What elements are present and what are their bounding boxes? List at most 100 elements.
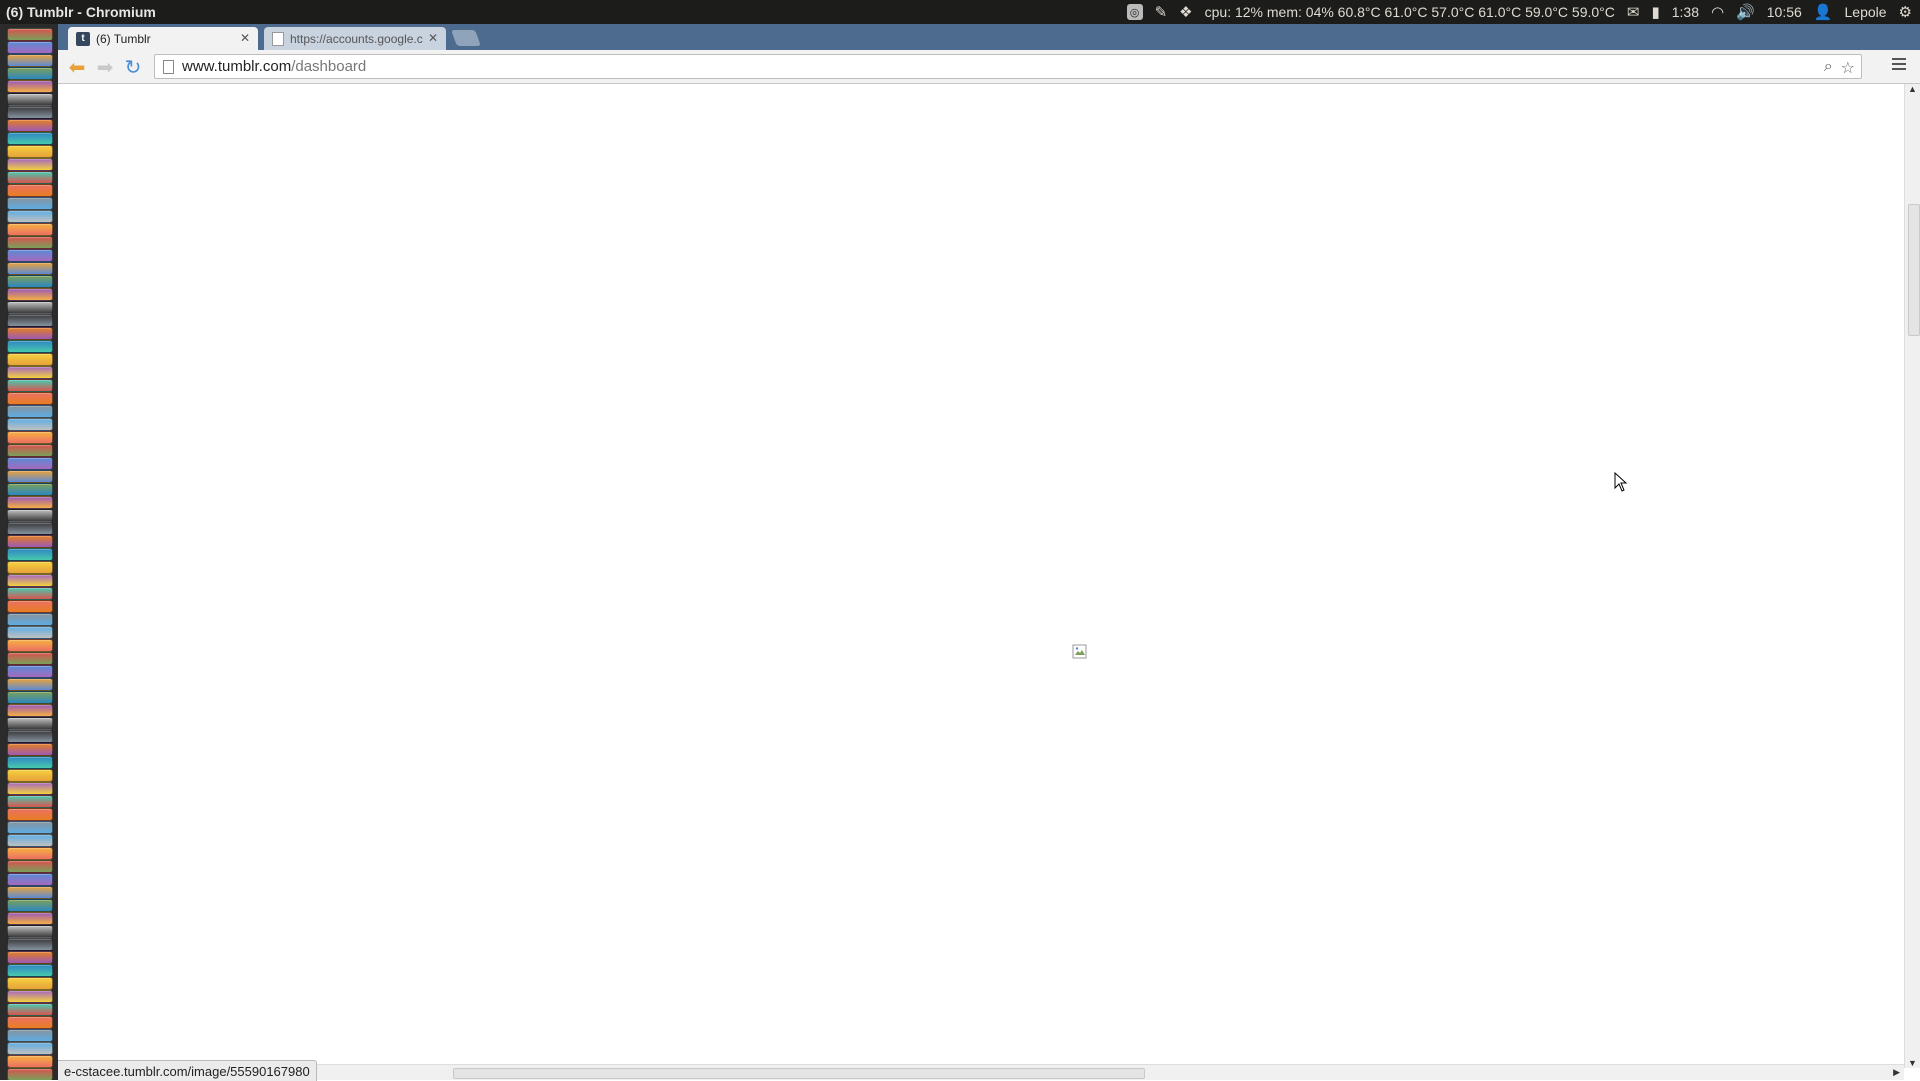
launcher-app-icon[interactable] [7,379,53,392]
launcher-app-icon[interactable] [7,54,53,67]
launcher-app-icon[interactable] [7,990,53,1003]
system-stats[interactable]: cpu: 12% mem: 04% 60.8°C 61.0°C 57.0°C 6… [1205,4,1615,20]
tab-google-accounts[interactable]: https://accounts.google.c ✕ [264,27,446,50]
launcher-app-icon[interactable] [7,405,53,418]
launcher-app-icon[interactable] [7,41,53,54]
launcher-app-icon[interactable] [7,834,53,847]
launcher-app-icon[interactable] [7,652,53,665]
forward-button[interactable]: ➡ [94,56,116,79]
launcher-app-icon[interactable] [7,639,53,652]
reload-button[interactable]: ↻ [122,56,144,79]
launcher-app-icon[interactable] [7,730,53,743]
dropbox-icon[interactable]: ❖ [1179,3,1192,21]
launcher-app-icon[interactable] [7,899,53,912]
launcher-app-icon[interactable] [7,327,53,340]
launcher-app-icon[interactable] [7,860,53,873]
launcher-app-icon[interactable] [7,93,53,106]
launcher-app-icon[interactable] [7,951,53,964]
launcher-app-icon[interactable] [7,353,53,366]
launcher-app-icon[interactable] [7,496,53,509]
wifi-icon[interactable]: ◠ [1711,3,1724,21]
launcher-app-icon[interactable] [7,392,53,405]
launcher-app-icon[interactable] [7,80,53,93]
launcher-app-icon[interactable] [7,925,53,938]
launcher-app-icon[interactable] [7,340,53,353]
launcher-app-icon[interactable] [7,28,53,41]
menu-button[interactable] [1892,58,1906,73]
launcher-app-icon[interactable] [7,587,53,600]
launcher-app-icon[interactable] [7,249,53,262]
launcher-app-icon[interactable] [7,782,53,795]
launcher-app-icon[interactable] [7,938,53,951]
launcher-app-icon[interactable] [7,626,53,639]
launcher-app-icon[interactable] [7,821,53,834]
launcher-app-icon[interactable] [7,314,53,327]
launcher-app-icon[interactable] [7,873,53,886]
launcher-app-icon[interactable] [7,678,53,691]
launcher-app-icon[interactable] [7,613,53,626]
launcher-app-icon[interactable] [7,366,53,379]
launcher-app-icon[interactable] [7,548,53,561]
launcher-app-icon[interactable] [7,964,53,977]
back-button[interactable]: ⬅ [66,56,88,79]
launcher-app-icon[interactable] [7,509,53,522]
launcher-app-icon[interactable] [7,704,53,717]
launcher-app-icon[interactable] [7,1029,53,1042]
launcher-app-icon[interactable] [7,977,53,990]
search-icon[interactable]: ⌕ [1824,58,1833,78]
launcher-app-icon[interactable] [7,574,53,587]
launcher-app-icon[interactable] [7,197,53,210]
launcher-app-icon[interactable] [7,756,53,769]
launcher-app-icon[interactable] [7,236,53,249]
scroll-right-icon[interactable]: ▶ [1893,1067,1900,1078]
volume-icon[interactable]: 🔊 [1736,3,1755,21]
launcher-app-icon[interactable] [7,1042,53,1055]
launcher-app-icon[interactable] [7,132,53,145]
gear-icon[interactable]: ⚙ [1899,3,1912,21]
launcher-app-icon[interactable] [7,808,53,821]
launcher-app-icon[interactable] [7,158,53,171]
launcher-app-icon[interactable] [7,717,53,730]
launcher-app-icon[interactable] [7,119,53,132]
launcher-app-icon[interactable] [7,1068,53,1080]
launcher-app-icon[interactable] [7,210,53,223]
launcher-app-icon[interactable] [7,457,53,470]
launcher-app-icon[interactable] [7,795,53,808]
launcher-app-icon[interactable] [7,743,53,756]
launcher-app-icon[interactable] [7,665,53,678]
user-icon[interactable]: 👤 [1814,3,1833,21]
launcher-app-icon[interactable] [7,106,53,119]
launcher-app-icon[interactable] [7,847,53,860]
launcher-app-icon[interactable] [7,691,53,704]
launcher-app-icon[interactable] [7,1055,53,1068]
launcher-app-icon[interactable] [7,171,53,184]
messaging-indicator-icon[interactable]: ◎ [1126,4,1143,20]
clock[interactable]: 10:56 [1767,4,1802,20]
launcher-app-icon[interactable] [7,288,53,301]
vertical-scroll-thumb[interactable] [1908,204,1920,336]
battery-time[interactable]: 1:38 [1672,4,1699,20]
launcher-app-icon[interactable] [7,600,53,613]
launcher-app-icon[interactable] [7,418,53,431]
launcher-app-icon[interactable] [7,444,53,457]
launcher-app-icon[interactable] [7,535,53,548]
close-icon[interactable]: ✕ [428,31,438,45]
launcher-app-icon[interactable] [7,184,53,197]
launcher-app-icon[interactable] [7,769,53,782]
launcher-app-icon[interactable] [7,561,53,574]
launcher-app-icon[interactable] [7,1003,53,1016]
launcher-app-icon[interactable] [7,470,53,483]
tab-tumblr[interactable]: t (6) Tumblr ✕ [68,27,258,50]
vertical-scrollbar[interactable]: ▲ ▼ [1904,84,1920,1068]
launcher-app-icon[interactable] [7,223,53,236]
address-bar[interactable]: www.tumblr.com/dashboard ⌕ ☆ [154,54,1862,79]
horizontal-scroll-thumb[interactable] [453,1068,1145,1079]
launcher-app-icon[interactable] [7,1016,53,1029]
mail-icon[interactable]: ✉ [1627,3,1640,21]
scroll-down-icon[interactable]: ▼ [1908,1058,1917,1068]
launcher-app-icon[interactable] [7,483,53,496]
launcher-app-icon[interactable] [7,275,53,288]
close-icon[interactable]: ✕ [240,31,250,45]
launcher-app-icon[interactable] [7,67,53,80]
launcher-app-icon[interactable] [7,262,53,275]
